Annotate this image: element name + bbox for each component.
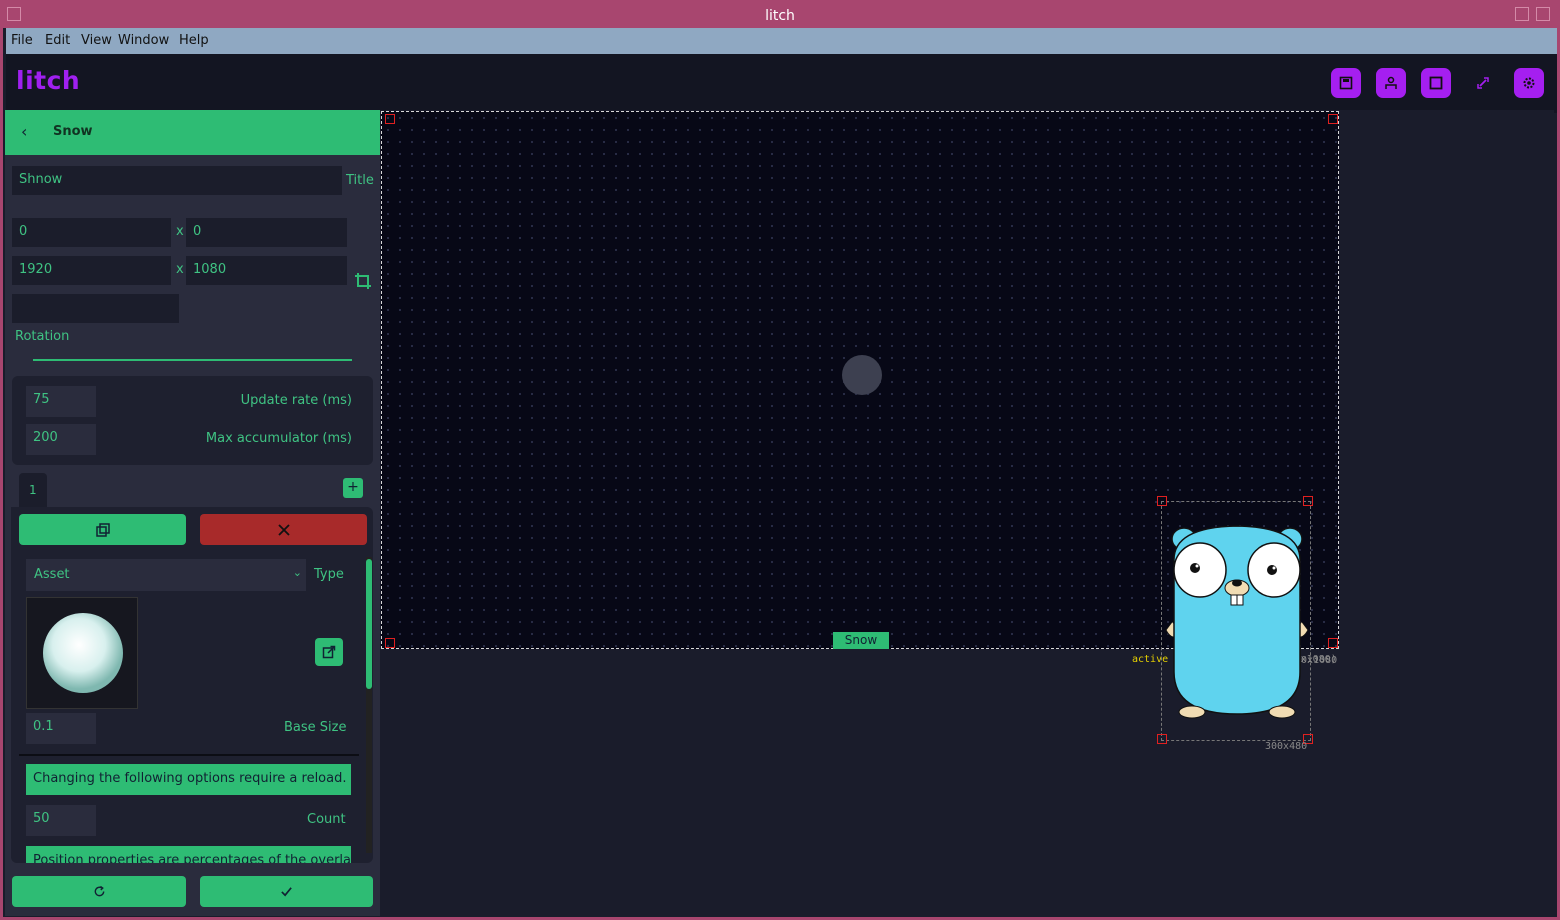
reload-notice: Changing the following options require a…: [26, 764, 351, 795]
asset-preview: [26, 597, 138, 709]
panel-header: ‹ Snow: [5, 110, 380, 155]
duplicate-button[interactable]: [19, 514, 186, 545]
gear-icon: [1523, 77, 1535, 89]
height-input[interactable]: 1080: [186, 256, 347, 287]
menu-edit[interactable]: Edit: [45, 33, 70, 48]
base-size-input[interactable]: 0.1: [26, 713, 96, 744]
section-divider: [33, 359, 352, 361]
snowball-image: [43, 613, 123, 693]
rotation-input[interactable]: [12, 294, 179, 325]
resize-handle[interactable]: [385, 638, 395, 648]
delete-button[interactable]: [200, 514, 367, 545]
upload-icon: [1385, 76, 1397, 89]
crop-icon[interactable]: [353, 271, 373, 291]
resize-handle[interactable]: [1303, 496, 1313, 506]
check-icon: [281, 887, 292, 897]
resize-handle[interactable]: [385, 114, 395, 124]
title-bar: litch: [3, 3, 1557, 28]
window-title: litch: [765, 8, 795, 24]
title-input[interactable]: Shnow: [12, 166, 342, 197]
position-y-input[interactable]: 0: [186, 218, 347, 249]
canvas-area[interactable]: Snow active 1920x1080 @ 50% (1920x1080) …: [380, 110, 1554, 916]
settings-button[interactable]: [1514, 68, 1544, 98]
refresh-icon: [94, 885, 104, 897]
square-icon: [1429, 76, 1443, 90]
apply-button[interactable]: [200, 876, 373, 907]
back-icon[interactable]: ‹: [21, 122, 27, 141]
times-separator: x: [176, 262, 184, 277]
gopher-size-label: 300x480: [1265, 741, 1308, 752]
max-accumulator-label: Max accumulator (ms): [205, 431, 352, 446]
position-x-input[interactable]: 0: [12, 218, 171, 249]
chevron-down-icon: ⌄: [292, 566, 302, 579]
reset-button[interactable]: [12, 876, 186, 907]
add-tab-button[interactable]: +: [343, 478, 363, 498]
layer-tag[interactable]: Snow: [833, 632, 889, 649]
particle-settings: Asset ⌄ Type 0.1 Base Size Changing the …: [11, 507, 373, 863]
menu-view[interactable]: View: [81, 33, 112, 48]
upload-button[interactable]: [1376, 68, 1406, 98]
menu-file[interactable]: File: [11, 33, 33, 48]
menu-bar: File Edit View Window Help: [6, 28, 1557, 54]
update-rate-label: Update rate (ms): [240, 393, 352, 408]
title-label: Title: [346, 173, 374, 188]
width-input[interactable]: 1920: [12, 256, 171, 287]
link-button[interactable]: [1468, 68, 1498, 98]
update-rate-input[interactable]: 75: [26, 386, 96, 417]
menu-window[interactable]: Window: [118, 33, 169, 48]
base-size-label: Base Size: [284, 720, 347, 735]
snow-particle: [842, 355, 882, 395]
app-logo: litch: [16, 66, 81, 95]
app-header: litch: [6, 54, 1557, 113]
type-label: Type: [314, 567, 344, 582]
resize-handle[interactable]: [1328, 638, 1338, 648]
external-link-icon: [322, 645, 336, 659]
properties-panel: ‹ Snow Shnow Title 0 x 0 1920 x 1080 Rot…: [5, 110, 380, 916]
open-asset-button[interactable]: [315, 638, 343, 666]
gopher-image: [1165, 525, 1309, 719]
duplicate-icon: [95, 522, 110, 537]
resize-handle[interactable]: [1328, 114, 1338, 124]
maximize-button[interactable]: [1536, 7, 1550, 21]
resize-handle[interactable]: [1157, 496, 1167, 506]
panel-scroll-thumb[interactable]: [366, 559, 372, 689]
panel-title: Snow: [53, 124, 93, 139]
menu-help[interactable]: Help: [179, 33, 209, 48]
view-button[interactable]: [1421, 68, 1451, 98]
type-select-value: Asset: [34, 567, 70, 582]
count-input[interactable]: 50: [26, 805, 96, 836]
timing-section: 75 Update rate (ms) 200 Max accumulator …: [12, 376, 373, 465]
close-icon: [277, 523, 290, 536]
position-notice: Position properties are percentages of t…: [26, 846, 351, 863]
rotation-label: Rotation: [15, 329, 70, 344]
gopher-layer-box[interactable]: [1161, 501, 1311, 741]
save-icon: [1339, 76, 1353, 90]
save-button[interactable]: [1331, 68, 1361, 98]
times-separator: x: [176, 224, 184, 239]
resize-handle[interactable]: [1157, 734, 1167, 744]
minimize-button[interactable]: [1515, 7, 1529, 21]
type-select[interactable]: Asset ⌄: [26, 559, 306, 591]
tab-1[interactable]: 1: [19, 473, 47, 507]
link-icon: [1477, 77, 1489, 89]
max-accumulator-input[interactable]: 200: [26, 424, 96, 455]
count-label: Count: [307, 812, 346, 827]
subsection-divider: [19, 754, 359, 756]
